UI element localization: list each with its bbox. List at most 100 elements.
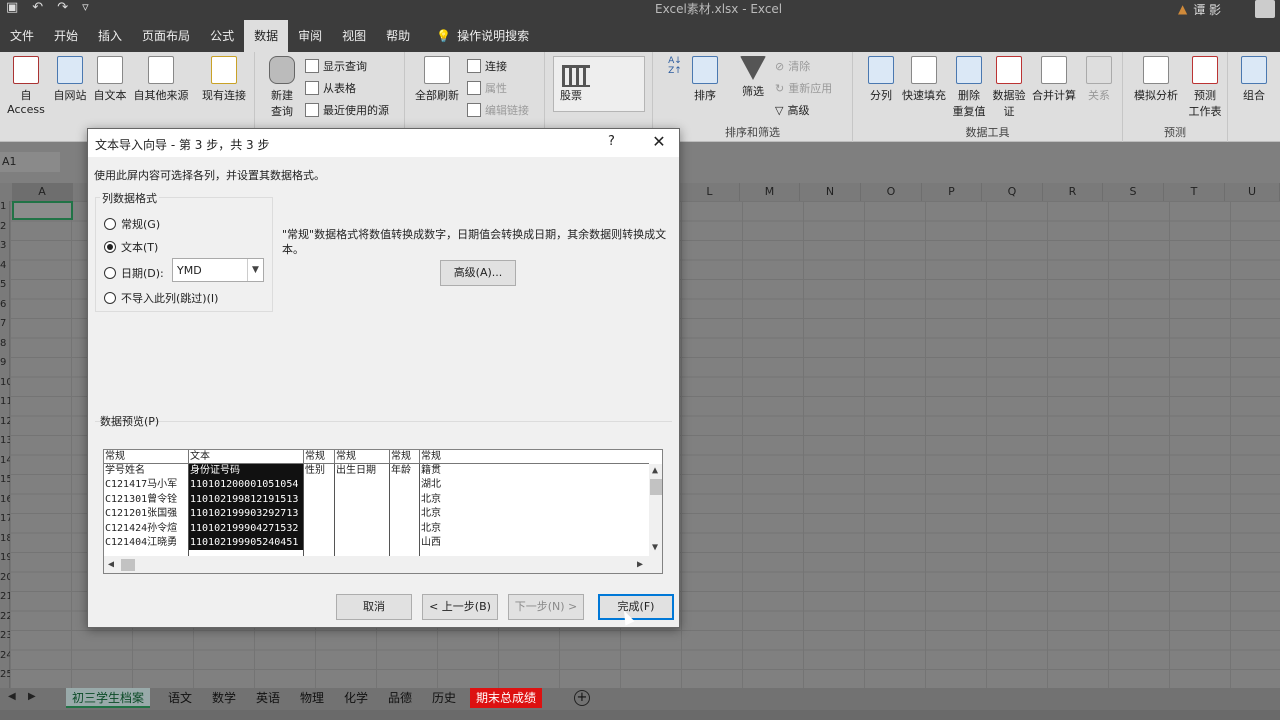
row-header[interactable]: 13 <box>0 435 10 454</box>
column-header-u[interactable]: U <box>1225 183 1280 201</box>
recent-sources-button[interactable]: 最近使用的源 <box>305 102 389 118</box>
tab-view[interactable]: 视图 <box>332 20 376 52</box>
row-header[interactable]: 20 <box>0 572 10 591</box>
from-other-sources-button[interactable]: 自其他来源 <box>130 56 192 103</box>
column-header-q[interactable]: Q <box>982 183 1043 201</box>
existing-connections-button[interactable]: 现有连接 <box>196 56 252 103</box>
from-access-button[interactable]: 自 Access <box>2 56 50 116</box>
help-icon[interactable]: ? <box>608 134 615 149</box>
radio-general[interactable]: 常规(G) <box>104 216 160 232</box>
cancel-button[interactable]: 取消 <box>336 594 412 620</box>
tab-review[interactable]: 审阅 <box>288 20 332 52</box>
row-header[interactable]: 3 <box>0 240 10 259</box>
reapply-button[interactable]: ↻ 重新应用 <box>775 80 832 96</box>
tab-data[interactable]: 数据 <box>244 20 289 52</box>
from-web-button[interactable]: 自网站 <box>50 56 90 103</box>
preview-column-header[interactable]: 文本 <box>189 450 304 464</box>
advanced-button[interactable]: 高级(A)... <box>440 260 516 286</box>
row-header[interactable]: 24 <box>0 650 10 669</box>
row-header[interactable]: 12 <box>0 416 10 435</box>
remove-duplicates-button[interactable]: 删除 重复值 <box>949 56 989 119</box>
row-header[interactable]: 2 <box>0 221 10 240</box>
user-name[interactable]: 谭 影 <box>1193 1 1221 18</box>
scroll-right-icon[interactable]: ▶ <box>637 559 643 570</box>
row-header[interactable]: 10 <box>0 377 10 396</box>
tab-formulas[interactable]: 公式 <box>200 20 244 52</box>
connections-button[interactable]: 连接 <box>467 58 507 74</box>
row-header[interactable]: 6 <box>0 299 10 318</box>
tab-home[interactable]: 开始 <box>44 20 88 52</box>
undo-icon[interactable]: ↶ <box>32 0 43 15</box>
tab-insert[interactable]: 插入 <box>88 20 132 52</box>
scroll-thumb[interactable] <box>121 559 135 571</box>
sheet-tab-english[interactable]: 英语 <box>250 688 286 708</box>
customize-qat-icon[interactable]: ▿ <box>82 0 89 15</box>
tab-page-layout[interactable]: 页面布局 <box>132 20 200 52</box>
radio-text[interactable]: 文本(T) <box>104 239 158 255</box>
preview-column[interactable]: 常规 学号姓名 C121417马小军 C121301曾令铨 C121201张国强… <box>104 450 189 556</box>
avatar[interactable] <box>1255 0 1276 18</box>
row-header[interactable]: 14 <box>0 455 10 474</box>
column-header-l[interactable]: L <box>680 183 740 201</box>
close-icon[interactable]: ✕ <box>650 132 668 151</box>
row-header[interactable]: 4 <box>0 260 10 279</box>
sheet-tab-chinese[interactable]: 语文 <box>162 688 198 708</box>
radio-skip-button[interactable] <box>104 292 116 304</box>
sheet-tab-history[interactable]: 历史 <box>426 688 462 708</box>
column-header-t[interactable]: T <box>1164 183 1225 201</box>
row-header[interactable]: 16 <box>0 494 10 513</box>
filter-button[interactable]: 筛选 <box>735 56 771 99</box>
flash-fill-button[interactable]: 快速填充 <box>899 56 949 103</box>
from-text-button[interactable]: 自文本 <box>90 56 130 103</box>
radio-general-button[interactable] <box>104 218 116 230</box>
preview-column[interactable]: 常规 出生日期 <box>335 450 390 556</box>
preview-column-header[interactable]: 常规 <box>390 450 420 464</box>
preview-column[interactable]: 常规 性别 <box>304 450 335 556</box>
preview-column-header[interactable]: 常规 <box>420 450 649 464</box>
row-header[interactable]: 5 <box>0 279 10 298</box>
row-header[interactable]: 1 <box>0 201 10 220</box>
preview-column-header[interactable]: 常规 <box>104 450 189 464</box>
row-header[interactable]: 21 <box>0 591 10 610</box>
column-header-n[interactable]: N <box>800 183 861 201</box>
group-button[interactable]: 组合 <box>1234 56 1274 103</box>
refresh-all-button[interactable]: 全部刷新 <box>411 56 463 103</box>
show-queries-button[interactable]: 显示查询 <box>305 58 367 74</box>
data-validation-button[interactable]: 数据验 证 <box>989 56 1029 119</box>
radio-date-button[interactable] <box>104 267 116 279</box>
column-header-r[interactable]: R <box>1043 183 1103 201</box>
new-query-button[interactable]: 新建 查询 <box>263 56 301 119</box>
sheet-tab-archive[interactable]: 初三学生档案 <box>66 688 151 708</box>
scroll-thumb[interactable] <box>650 479 662 495</box>
preview-column[interactable]: 常规 年龄 <box>390 450 420 556</box>
sheet-tab-morality[interactable]: 品德 <box>382 688 418 708</box>
row-header[interactable]: 8 <box>0 338 10 357</box>
text-to-columns-button[interactable]: 分列 <box>861 56 901 103</box>
sort-az-button[interactable]: A↓ Z↑ <box>665 56 685 99</box>
radio-text-button[interactable] <box>104 241 116 253</box>
row-header[interactable]: 25 <box>0 669 10 688</box>
forecast-sheet-button[interactable]: 预测 工作表 <box>1183 56 1227 119</box>
back-button[interactable]: < 上一步(B) <box>422 594 498 620</box>
name-box[interactable]: A1 <box>0 152 60 172</box>
relationships-button[interactable]: 关系 <box>1081 56 1117 103</box>
row-header[interactable]: 18 <box>0 533 10 552</box>
chevron-down-icon[interactable]: ▼ <box>247 259 263 281</box>
row-header[interactable]: 7 <box>0 318 10 337</box>
scroll-left-icon[interactable]: ◀ <box>108 559 114 570</box>
tell-me-search[interactable]: 💡 操作说明搜索 <box>426 20 539 52</box>
consolidate-button[interactable]: 合并计算 <box>1029 56 1079 103</box>
column-header-s[interactable]: S <box>1103 183 1164 201</box>
what-if-analysis-button[interactable]: 模拟分析 <box>1129 56 1183 103</box>
column-header-o[interactable]: O <box>861 183 922 201</box>
row-header[interactable]: 22 <box>0 611 10 630</box>
tab-help[interactable]: 帮助 <box>376 20 420 52</box>
next-button[interactable]: 下一步(N) > <box>508 594 584 620</box>
sheet-tab-math[interactable]: 数学 <box>206 688 242 708</box>
preview-column-selected[interactable]: 文本 身份证号码 110101200001051054 110102199812… <box>189 450 304 556</box>
row-header[interactable]: 17 <box>0 513 10 532</box>
date-format-select[interactable]: YMD ▼ <box>172 258 264 282</box>
row-header[interactable]: 19 <box>0 552 10 571</box>
add-sheet-button[interactable]: + <box>574 690 590 706</box>
save-icon[interactable]: ▣ <box>6 0 18 15</box>
